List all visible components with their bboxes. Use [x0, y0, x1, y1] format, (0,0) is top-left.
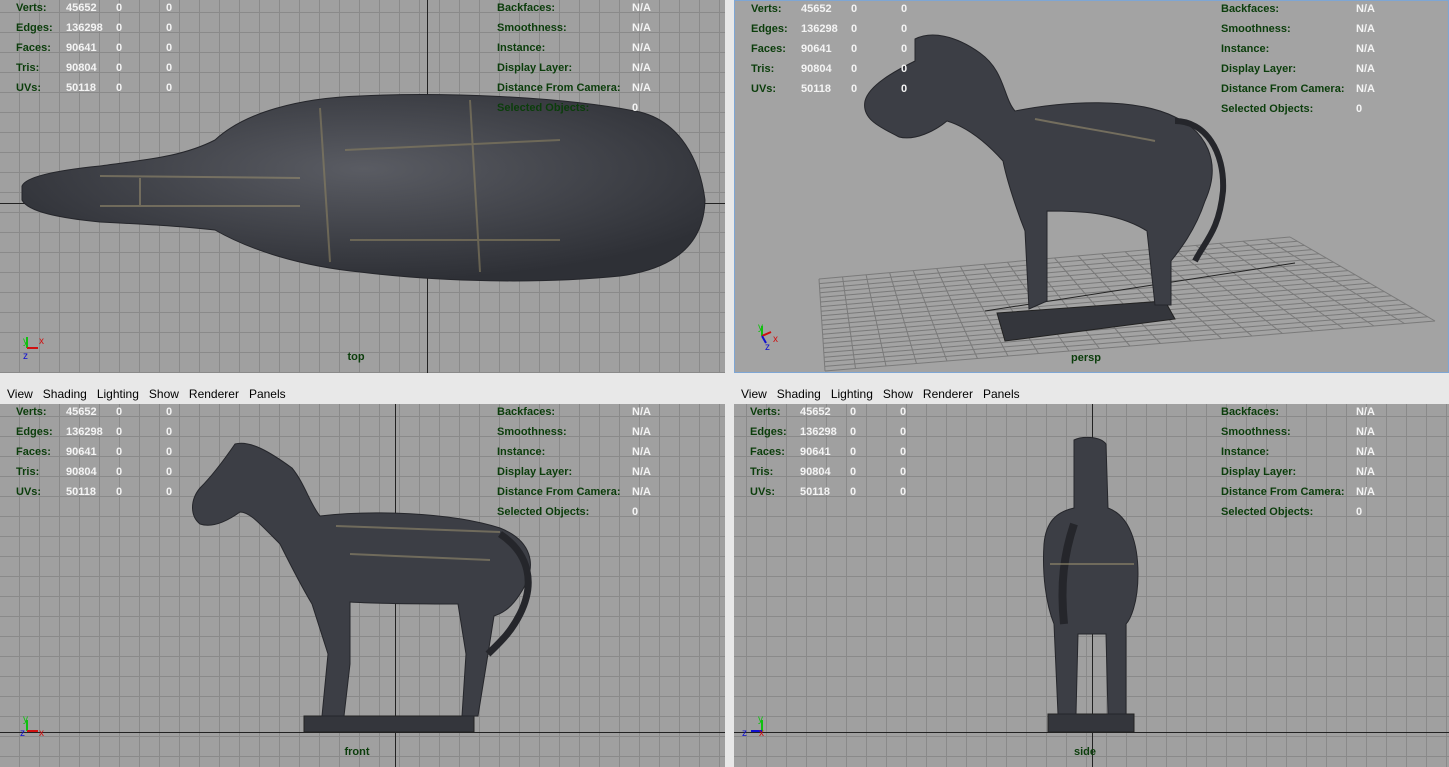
viewport-top[interactable]: Verts: 45652 0 0 Edges: 136298 0 0 Faces: 90641… — [0, 0, 725, 373]
camera-label-side: side — [1073, 746, 1097, 758]
viewport-separator-horizontal[interactable] — [0, 373, 1449, 383]
poly-count-hud: Verts: 45652 0 0 Edges: 136298 0 0 Faces: 90641… — [16, 2, 173, 94]
menu-panels[interactable]: Panels — [983, 387, 1020, 401]
svg-text:z: z — [742, 728, 747, 739]
poly-count-hud: Verts: 45652 0 0 Edges: 136298 0 0 Faces: 90641… — [751, 3, 908, 95]
poly-count-hud: Verts: 45652 0 0 Edges: 136298 0 0 Faces: 90641… — [16, 406, 173, 498]
camera-label-persp: persp — [1071, 352, 1101, 364]
menu-show[interactable]: Show — [883, 387, 913, 401]
menu-show[interactable]: Show — [149, 387, 179, 401]
menu-panels[interactable]: Panels — [249, 387, 286, 401]
viewport-front[interactable]: Verts: 45652 0 0 Edges: 136298 0 0 Faces: 90641… — [0, 404, 725, 767]
menu-lighting[interactable]: Lighting — [831, 387, 873, 401]
axis-gizmo-icon: y x z — [758, 322, 778, 351]
svg-text:y: y — [758, 714, 763, 725]
svg-text:z: z — [20, 728, 25, 739]
svg-text:y: y — [758, 322, 763, 333]
viewport-separator-vertical[interactable] — [725, 0, 734, 767]
poly-count-hud: Verts: 45652 0 0 Edges: 136298 0 0 Faces: 90641… — [750, 406, 907, 498]
axis-gizmo-icon: y x z — [20, 714, 44, 739]
svg-text:x: x — [759, 728, 764, 739]
axis-gizmo-icon: y x z — [23, 336, 44, 362]
menu-shading[interactable]: Shading — [43, 387, 87, 401]
svg-text:y: y — [23, 336, 28, 347]
svg-text:x: x — [39, 336, 44, 347]
svg-text:z: z — [23, 351, 28, 362]
svg-text:z: z — [765, 342, 770, 351]
object-details-hud: Backfaces: N/A Smoothness: N/A Instance: N/… — [497, 2, 651, 114]
object-details-hud: Backfaces: N/A Smoothness: N/A Instance: N/… — [1221, 406, 1375, 518]
menu-shading[interactable]: Shading — [777, 387, 821, 401]
menu-view[interactable]: View — [741, 387, 767, 401]
camera-label-front: front — [344, 746, 370, 758]
svg-text:x: x — [773, 334, 778, 345]
menu-lighting[interactable]: Lighting — [97, 387, 139, 401]
menu-renderer[interactable]: Renderer — [923, 387, 973, 401]
svg-text:y: y — [23, 714, 28, 725]
viewport-side[interactable]: Verts: 45652 0 0 Edges: 136298 0 0 Faces: 90641… — [734, 404, 1449, 767]
camera-label-top: top — [347, 351, 365, 363]
axis-gizmo-icon: y z x — [742, 714, 764, 739]
object-details-hud: Backfaces: N/A Smoothness: N/A Instance: N/… — [1221, 3, 1375, 115]
viewport-persp[interactable]: Verts: 45652 0 0 Edges: 136298 0 0 Faces: 90641… — [734, 0, 1449, 373]
menu-renderer[interactable]: Renderer — [189, 387, 239, 401]
panel-menu-bar-front: View Shading Lighting Show Renderer Pane… — [0, 383, 725, 405]
object-details-hud: Backfaces: N/A Smoothness: N/A Instance: N/… — [497, 406, 651, 518]
svg-text:x: x — [39, 728, 44, 739]
panel-menu-bar-side: View Shading Lighting Show Renderer Pane… — [734, 383, 1449, 405]
menu-view[interactable]: View — [7, 387, 33, 401]
